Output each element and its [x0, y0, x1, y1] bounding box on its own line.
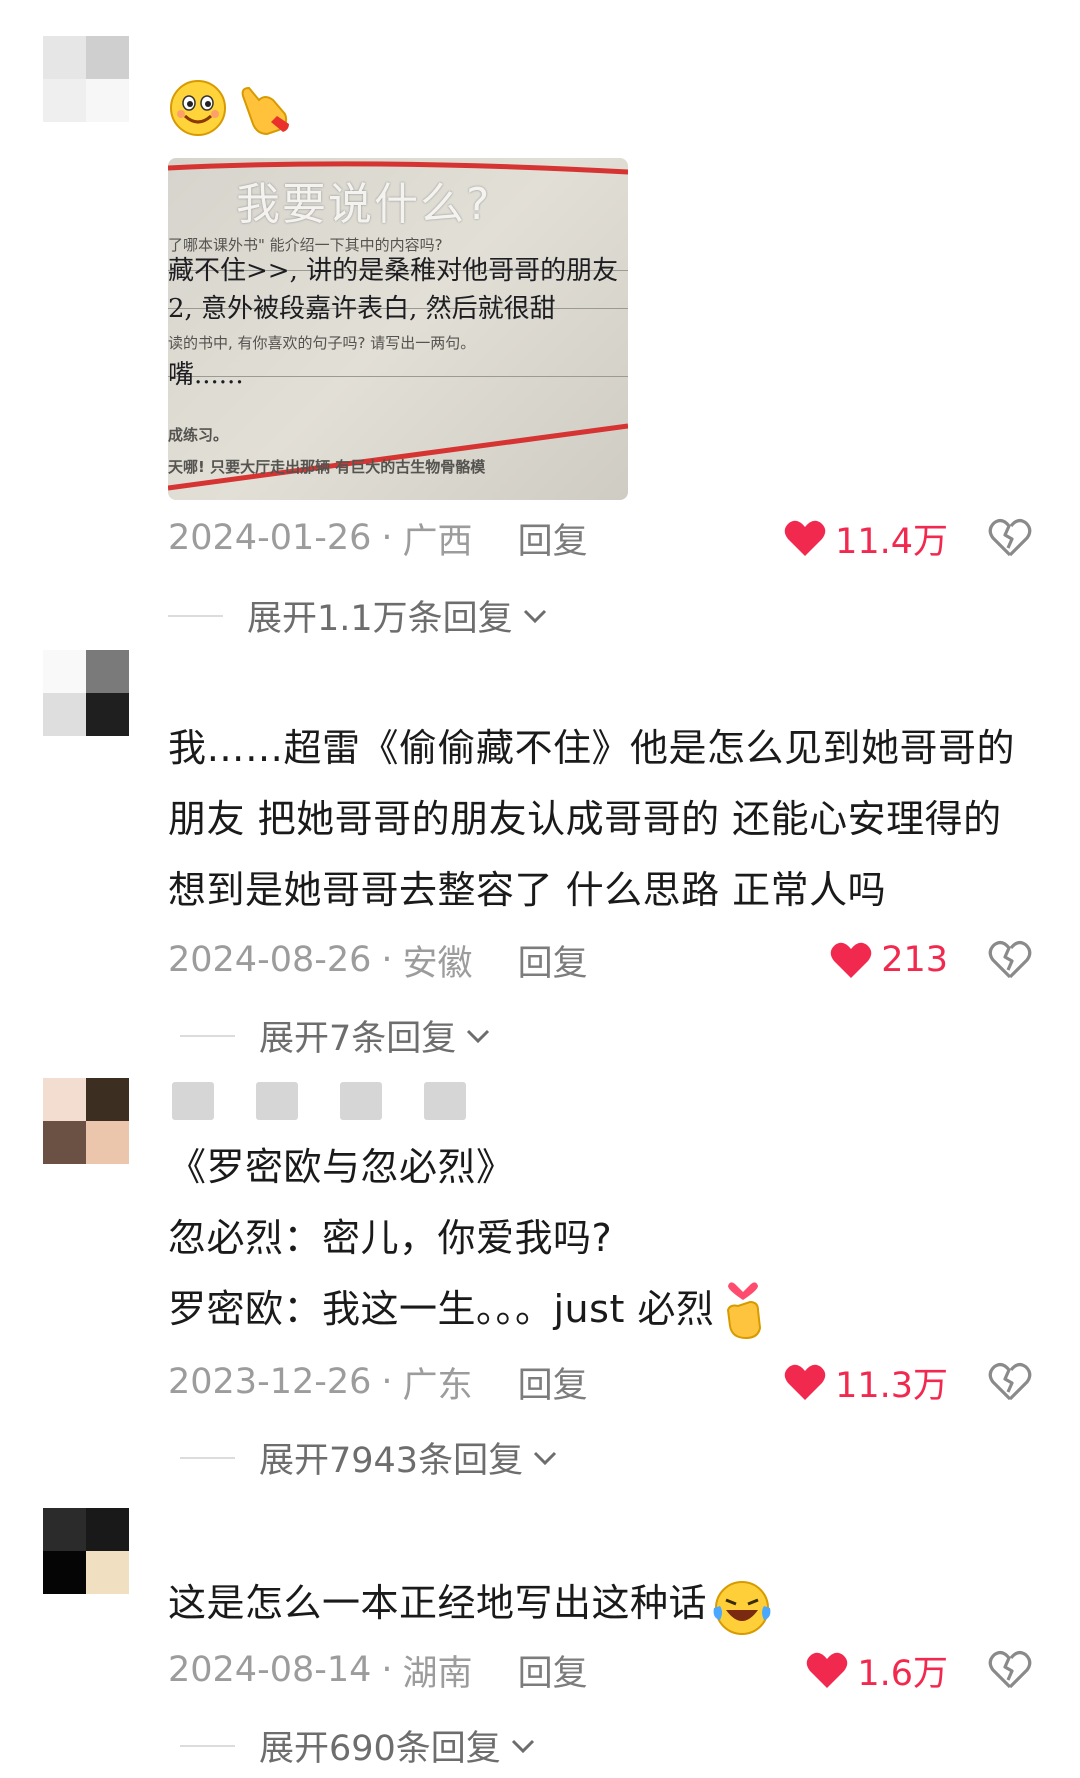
comment-date: 2024-08-14 [168, 1650, 372, 1690]
comment-region: 湖南 [402, 1653, 473, 1694]
laughing-tears-emoji-icon [713, 1580, 771, 1635]
avatar-cell [43, 1551, 86, 1594]
avatar-cell [43, 1508, 86, 1551]
avatar[interactable] [43, 1508, 129, 1594]
comment-text: 这是怎么一本正经地写出这种话 [168, 1581, 708, 1625]
expand-replies[interactable]: 展开690条回复 [180, 1720, 537, 1771]
separator-dot: · [381, 1650, 393, 1690]
broken-heart-icon[interactable] [988, 1650, 1032, 1690]
chevron-down-icon [511, 1739, 534, 1753]
like-button[interactable]: 1.6万 [805, 1645, 948, 1696]
like-count: 1.6万 [857, 1653, 948, 1694]
comment-4: 这是怎么一本正经地写出这种话 2024-08-14 · 湖南 回复 1.6万 展… [0, 0, 1080, 1778]
comment-text-with-emoji: 这是怎么一本正经地写出这种话 [168, 1568, 1040, 1639]
expand-replies-label: 展开690条回复 [259, 1729, 501, 1769]
avatar-cell [86, 1551, 129, 1594]
reply-button[interactable]: 回复 [518, 1645, 588, 1696]
divider-line [180, 1744, 235, 1747]
heart-icon [807, 1652, 848, 1688]
avatar-cell [86, 1508, 129, 1551]
comment-meta: 2024-08-14 · 湖南 回复 1.6万 [168, 1640, 1040, 1700]
